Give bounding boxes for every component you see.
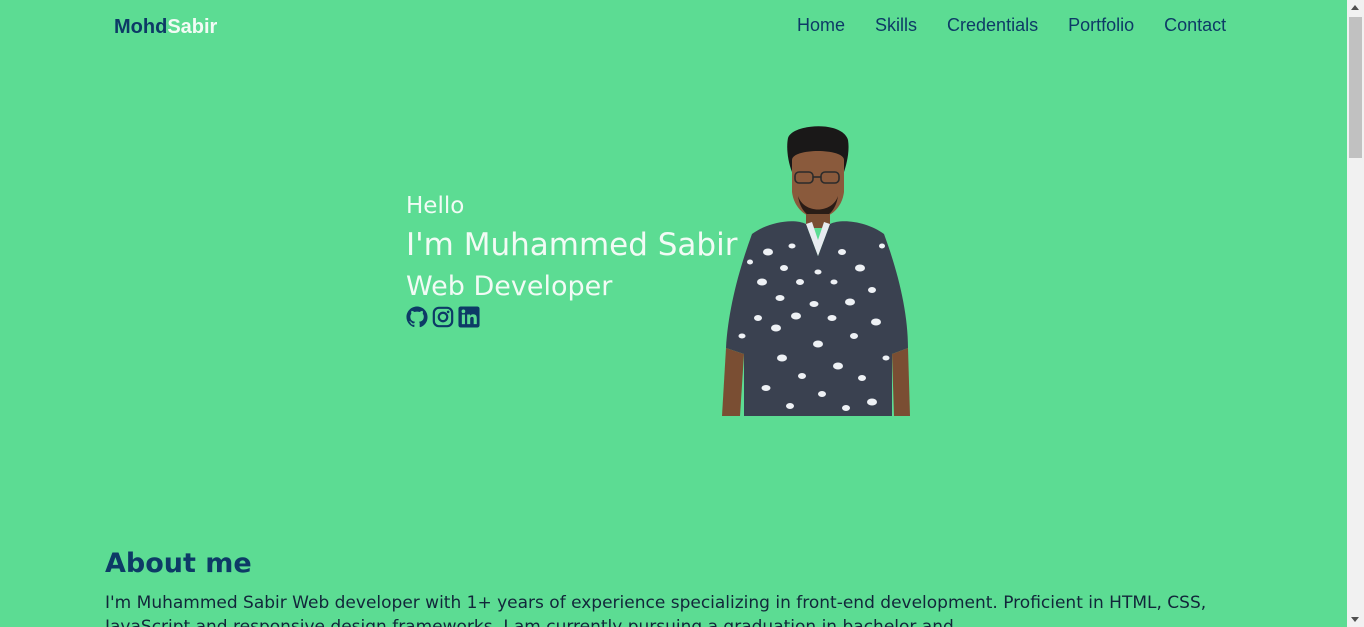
hero-greeting: Hello	[406, 193, 465, 219]
hero-name: I'm Muhammed Sabir	[406, 227, 738, 263]
hero-intro: Hello I'm Muhammed Sabir Web Developer	[406, 192, 737, 328]
vertical-scrollbar[interactable]	[1347, 0, 1364, 627]
linkedin-icon[interactable]	[458, 306, 480, 328]
profile-photo	[722, 122, 910, 416]
nav-portfolio[interactable]: Portfolio	[1068, 15, 1134, 36]
page: MohdSabir Home Skills Credentials Portfo…	[0, 0, 1347, 627]
github-icon[interactable]	[406, 306, 428, 328]
logo[interactable]: MohdSabir	[114, 16, 217, 39]
nav-credentials[interactable]: Credentials	[947, 15, 1038, 36]
logo-first: Mohd	[114, 16, 168, 38]
hero-role: Web Developer	[406, 271, 613, 302]
about-heading: About me	[105, 548, 252, 579]
scroll-thumb[interactable]	[1349, 17, 1362, 158]
main-nav: Home Skills Credentials Portfolio Contac…	[797, 15, 1226, 36]
scroll-down-icon[interactable]	[1351, 617, 1359, 622]
nav-home[interactable]: Home	[797, 15, 845, 36]
social-links	[406, 306, 737, 328]
about-text: I'm Muhammed Sabir Web developer with 1+…	[105, 593, 1207, 627]
nav-contact[interactable]: Contact	[1164, 15, 1226, 36]
logo-second: Sabir	[167, 16, 218, 38]
nav-skills[interactable]: Skills	[875, 15, 917, 36]
scroll-up-icon[interactable]	[1351, 5, 1359, 10]
instagram-icon[interactable]	[432, 306, 454, 328]
